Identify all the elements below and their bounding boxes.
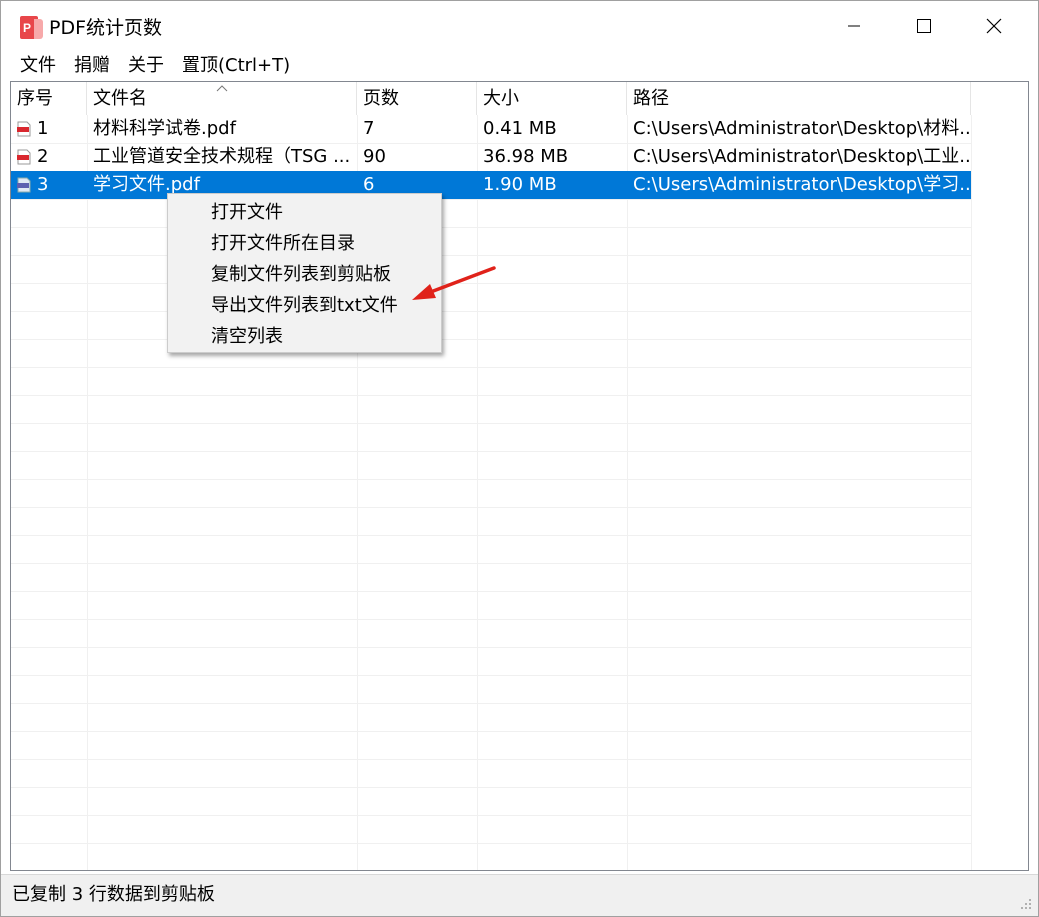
menu-about[interactable]: 关于: [119, 52, 173, 80]
maximize-icon: [917, 19, 931, 33]
cell-filename: 材料科学试卷.pdf: [93, 118, 236, 139]
column-header-path[interactable]: 路径: [627, 82, 971, 115]
cell-filename: 工业管道安全技术规程（TSG ...: [93, 146, 351, 167]
column-header-pages[interactable]: 页数: [357, 82, 477, 115]
grid-line: [87, 115, 88, 870]
column-header-size[interactable]: 大小: [477, 82, 627, 115]
grid-line: [11, 367, 971, 368]
cell-index: 3: [37, 174, 49, 195]
ctx-open-folder[interactable]: 打开文件所在目录: [168, 228, 441, 259]
cell-pages: 7: [363, 118, 375, 139]
app-window: P PDF统计页数 文件 捐赠 关于 置顶(Ctrl+T) 序号 文件名 页数 …: [0, 0, 1039, 917]
cell-path: C:\Users\Administrator\Desktop\工业...: [633, 146, 971, 167]
pdf-app-icon: P: [20, 16, 43, 39]
menu-bar: 文件 捐赠 关于 置顶(Ctrl+T): [1, 51, 1038, 81]
grid-line: [11, 507, 971, 508]
grid-line: [11, 787, 971, 788]
grid-line: [627, 115, 628, 870]
column-header-index[interactable]: 序号: [11, 82, 87, 115]
table-row[interactable]: 1 材料科学试卷.pdf 7 0.41 MB C:\Users\Administ…: [11, 115, 971, 143]
grid-line: [11, 255, 971, 256]
pdf-file-icon: [17, 121, 31, 137]
red-arrow-icon: [412, 266, 496, 300]
grid-line: [11, 311, 971, 312]
ctx-copy-list[interactable]: 复制文件列表到剪贴板: [168, 259, 441, 290]
svg-text:P: P: [23, 21, 31, 35]
grid-line: [11, 395, 971, 396]
window-title: PDF统计页数: [49, 17, 163, 39]
pdf-file-icon: [17, 177, 31, 193]
status-text: 已复制 3 行数据到剪贴板: [12, 884, 215, 905]
close-icon: [986, 18, 1002, 34]
cell-index: 2: [37, 146, 49, 167]
grid-line: [11, 675, 971, 676]
sort-ascending-icon: [216, 85, 228, 92]
close-button[interactable]: [959, 1, 1029, 51]
file-list-view[interactable]: 序号 文件名 页数 大小 路径 1 材料科学试卷.pdf 7 0.41 MB C…: [10, 81, 1029, 871]
menu-donate[interactable]: 捐赠: [65, 52, 119, 80]
minimize-icon: [848, 25, 860, 27]
cell-size: 1.90 MB: [483, 174, 557, 195]
minimize-button[interactable]: [819, 1, 889, 51]
cell-path: C:\Users\Administrator\Desktop\材料...: [633, 118, 971, 139]
grid-line: [11, 619, 971, 620]
ctx-export-txt[interactable]: 导出文件列表到txt文件: [168, 290, 441, 321]
grid-line: [11, 451, 971, 452]
grid-line: [11, 423, 971, 424]
status-bar: 已复制 3 行数据到剪贴板: [1, 874, 1038, 916]
grid-line: [11, 227, 971, 228]
menu-always-on-top[interactable]: 置顶(Ctrl+T): [173, 52, 299, 80]
table-row-selected[interactable]: 3 学习文件.pdf 6 1.90 MB C:\Users\Administra…: [11, 171, 971, 199]
grid-line: [11, 563, 971, 564]
grid-line: [11, 479, 971, 480]
ctx-open-file[interactable]: 打开文件: [168, 197, 441, 228]
grid-line: [11, 843, 971, 844]
grid-line: [11, 339, 971, 340]
grid-line: [11, 199, 971, 200]
ctx-clear-list[interactable]: 清空列表: [168, 321, 441, 352]
cell-size: 0.41 MB: [483, 118, 557, 139]
grid-line: [11, 703, 971, 704]
table-row[interactable]: 2 工业管道安全技术规程（TSG ... 90 36.98 MB C:\User…: [11, 143, 971, 171]
cell-path: C:\Users\Administrator\Desktop\学习...: [633, 174, 971, 195]
title-bar: P PDF统计页数: [1, 1, 1038, 51]
grid-line: [11, 647, 971, 648]
pdf-file-icon: [17, 149, 31, 165]
cell-size: 36.98 MB: [483, 146, 569, 167]
list-header: 序号 文件名 页数 大小 路径: [11, 82, 1028, 115]
context-menu: 打开文件 打开文件所在目录 复制文件列表到剪贴板 导出文件列表到txt文件 清空…: [167, 193, 442, 353]
grid-line: [971, 115, 972, 870]
resize-grip-icon[interactable]: [1018, 896, 1032, 910]
grid-line: [11, 535, 971, 536]
cell-pages: 90: [363, 146, 386, 167]
grid-line: [11, 591, 971, 592]
grid-line: [11, 731, 971, 732]
grid-line: [11, 815, 971, 816]
menu-file[interactable]: 文件: [11, 52, 65, 80]
maximize-button[interactable]: [889, 1, 959, 51]
cell-index: 1: [37, 118, 49, 139]
grid-line: [11, 759, 971, 760]
grid-line: [477, 115, 478, 870]
